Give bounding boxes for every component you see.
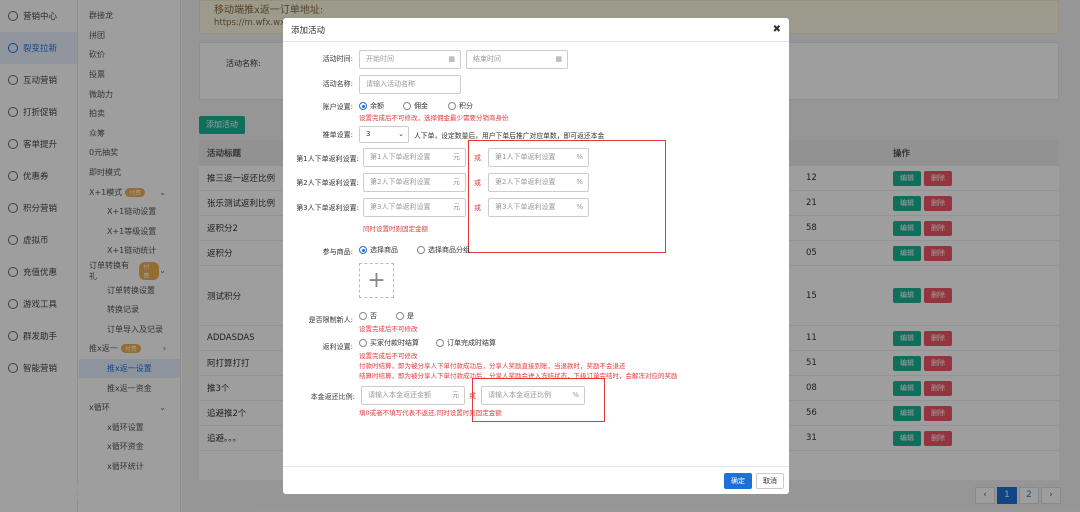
calendar-icon: ▦ (555, 55, 562, 63)
rebate-fixed-note: 同时设置时则固定金额 (363, 225, 428, 233)
r1-label: 第1人下单返利设置: (296, 155, 359, 163)
account-radio-commission[interactable]: 佣金 (403, 101, 428, 111)
name-label: 活动名称: (322, 80, 353, 88)
highlight-box (472, 378, 605, 422)
chevron-down-icon: ⌄ (398, 130, 404, 138)
goods-radio-group[interactable]: 选择商品分组 (417, 245, 470, 255)
push-label: 推单设置: (322, 131, 353, 139)
rebate-radio-complete[interactable]: 订单完成时结算 (436, 338, 496, 348)
add-activity-modal: 添加活动 ✖ 活动时间: 开始时间 ▦ 结束时间 ▦ 活动名称: 请输入活动名称 账… (283, 18, 789, 494)
principal-amount-input[interactable]: 请输入本金返还金额元 (361, 386, 465, 405)
account-label: 账户设置: (322, 103, 353, 111)
start-time-input[interactable]: 开始时间 ▦ (359, 50, 461, 69)
rebate-note-2: 付款时结算，即为被分享人下单付款成功后，分享人奖励直接到账，当退款时，奖励不会退… (359, 362, 626, 370)
modal-title: 添加活动 (291, 25, 326, 36)
push-count-select[interactable]: 3 ⌄ (359, 126, 409, 143)
calendar-icon: ▦ (448, 55, 455, 63)
limit-radio-yes[interactable]: 是 (396, 311, 414, 321)
r2-label: 第2人下单返利设置: (296, 179, 359, 187)
highlight-box (468, 140, 666, 253)
close-icon[interactable]: ✖ (773, 24, 781, 35)
rebate-note-1: 设置完成后不可修改 (359, 352, 418, 360)
plus-icon: + (367, 268, 386, 293)
account-note: 设置完成后不可修改，选择佣金最少需要分销商身份 (359, 114, 509, 122)
activity-name-field[interactable]: 请输入活动名称 (359, 75, 461, 94)
r2-amount-input[interactable]: 第2人下单返利设置元 (363, 173, 466, 192)
principal-label: 本金返还比例: (310, 393, 355, 401)
r1-amount-input[interactable]: 第1人下单返利设置元 (363, 148, 466, 167)
r3-label: 第3人下单返利设置: (296, 204, 359, 212)
limit-radio-no[interactable]: 否 (359, 311, 377, 321)
confirm-button[interactable]: 确定 (724, 473, 752, 489)
time-label: 活动时间: (322, 55, 353, 63)
cancel-button[interactable]: 取消 (756, 473, 784, 489)
account-radio-balance[interactable]: 余额 (359, 101, 384, 111)
account-radio-points[interactable]: 积分 (448, 101, 473, 111)
r3-amount-input[interactable]: 第3人下单返利设置元 (363, 198, 466, 217)
goods-label: 参与商品: (322, 248, 353, 256)
push-note: 人下单，设定数量后，用户下单后推广对应单数，即可返还本金 (414, 132, 605, 140)
end-time-input[interactable]: 结束时间 ▦ (466, 50, 568, 69)
rebate-radio-payment[interactable]: 买家付款时结算 (359, 338, 419, 348)
rebate-label: 返利设置: (322, 343, 353, 351)
modal-header: 添加活动 ✖ (283, 18, 789, 42)
goods-radio-select[interactable]: 选择商品 (359, 245, 398, 255)
limit-label: 是否限制新人: (308, 316, 353, 324)
limit-note: 设置完成后不可修改 (359, 325, 418, 333)
add-goods-button[interactable]: + (359, 263, 394, 298)
modal-footer: 确定 取消 (283, 466, 789, 494)
